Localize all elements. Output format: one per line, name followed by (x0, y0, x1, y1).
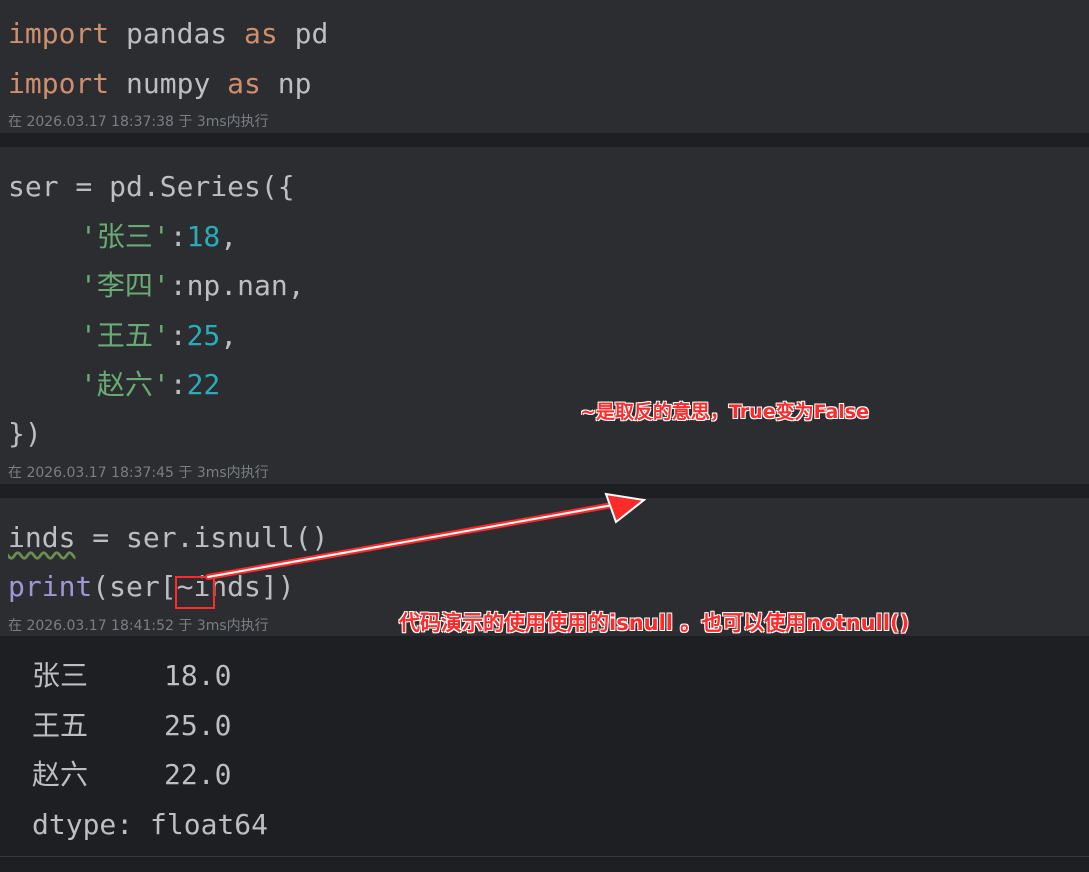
code-text: pandas (109, 17, 245, 50)
code-text: : (169, 220, 187, 253)
divider (0, 856, 1089, 857)
builtin-function: print (8, 570, 93, 603)
output-index: 张三 (32, 659, 89, 692)
keyword: import (8, 67, 110, 100)
output-value: 18.0 (164, 659, 232, 692)
code-line[interactable]: '张三':18, (80, 219, 237, 255)
code-text: , (287, 269, 305, 302)
execution-info: 在 2026.03.17 18:37:38 于 3ms内执行 (8, 114, 269, 130)
code-text: : (169, 368, 187, 401)
keyword: as (244, 17, 278, 50)
output-value: 22.0 (164, 758, 232, 791)
number-literal: 22 (186, 368, 221, 401)
keyword: import (8, 17, 110, 50)
cell-separator (0, 484, 1089, 498)
code-line[interactable]: ser = pd.Series({ (8, 169, 295, 205)
code-text: = ser.isnull() (75, 521, 329, 554)
code-text: , (220, 220, 238, 253)
code-line[interactable]: import pandas as pd (8, 16, 328, 52)
output-dtype: dtype: float64 (32, 808, 269, 841)
string-literal: '王五' (80, 319, 170, 352)
code-text: , (220, 319, 238, 352)
code-line[interactable]: }) (8, 416, 42, 452)
code-line[interactable]: '李四':np.nan, (80, 268, 305, 304)
code-line[interactable]: inds = ser.isnull() (8, 520, 328, 556)
output-row: 王五 25.0 (32, 708, 231, 744)
string-literal: '张三' (80, 220, 170, 253)
code-text: np (260, 67, 312, 100)
execution-info: 在 2026.03.17 18:37:45 于 3ms内执行 (8, 465, 269, 481)
code-text: numpy (109, 67, 228, 100)
number-literal: 25 (186, 319, 221, 352)
code-text: : (169, 269, 187, 302)
output-index: 王五 (32, 709, 89, 742)
code-text: np.nan (186, 269, 288, 302)
output-value: 25.0 (164, 709, 232, 742)
code-text: (ser[~inds]) (92, 570, 295, 603)
annotation-isnull-note: 代码演示的使用使用的isnull 。也可以使用notnull() (399, 611, 910, 635)
number-literal: 18 (186, 220, 221, 253)
output-index: 赵六 (32, 758, 89, 791)
keyword: as (227, 67, 261, 100)
code-line[interactable]: '王五':25, (80, 318, 237, 354)
code-cell-imports[interactable]: import pandas as pd import numpy as np 在… (0, 0, 1089, 133)
code-line[interactable]: print(ser[~inds]) (8, 569, 295, 605)
code-text: : (169, 319, 187, 352)
code-cell-series[interactable]: ser = pd.Series({ '张三':18, '李四':np.nan, … (0, 147, 1089, 484)
cell-output: 张三 18.0 王五 25.0 赵六 22.0 dtype: float64 (0, 636, 1089, 872)
notebook-page: import pandas as pd import numpy as np 在… (0, 0, 1089, 872)
code-text: pd (277, 17, 329, 50)
string-literal: '李四' (80, 269, 170, 302)
variable-name: inds (8, 521, 76, 554)
string-literal: '赵六' (80, 368, 170, 401)
execution-info: 在 2026.03.17 18:41:52 于 3ms内执行 (8, 618, 269, 634)
code-line[interactable]: '赵六':22 (80, 367, 220, 403)
annotation-tilde-note: ~是取反的意思，True变为False (580, 401, 869, 423)
output-row: 赵六 22.0 (32, 757, 231, 793)
output-row: 张三 18.0 (32, 658, 231, 694)
cell-separator (0, 133, 1089, 147)
code-line[interactable]: import numpy as np (8, 66, 311, 102)
